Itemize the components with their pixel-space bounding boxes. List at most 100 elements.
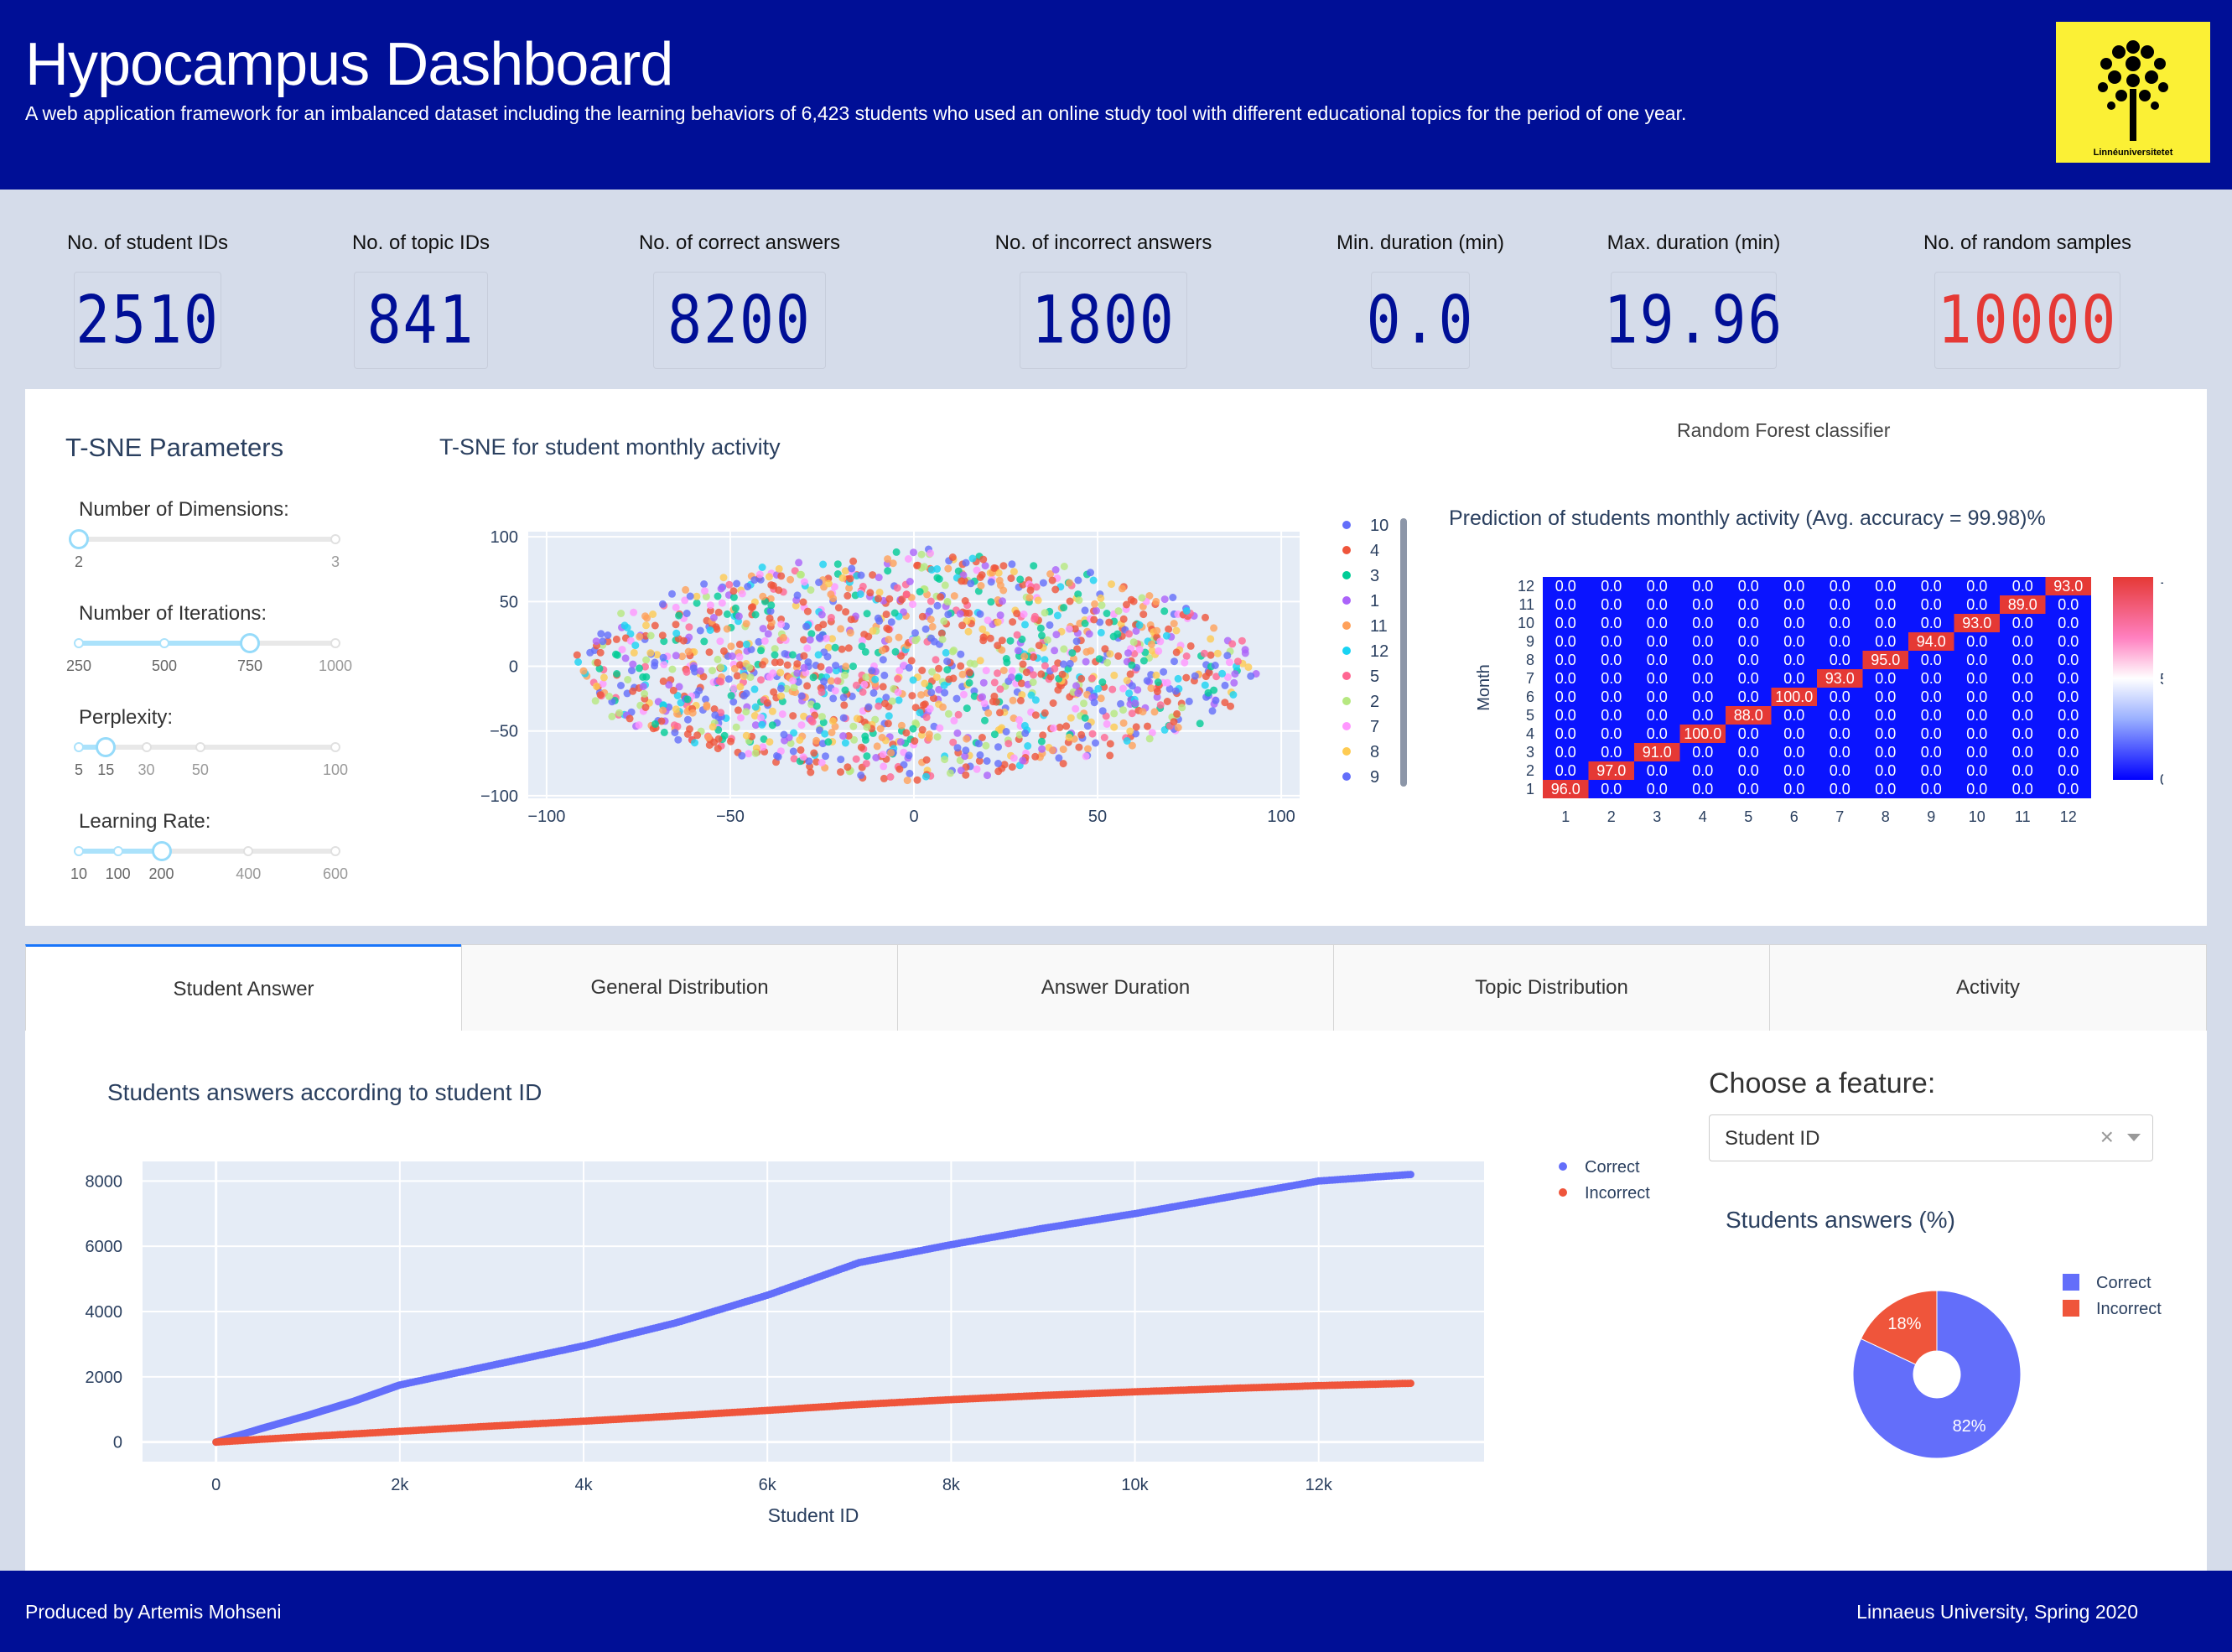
clear-icon[interactable]: × (2100, 1124, 2114, 1151)
answers-pie-chart[interactable]: 82% 18% Correct Incorrect (1819, 1265, 2205, 1517)
tsne-point (1014, 647, 1022, 655)
tsne-point (958, 577, 966, 585)
slider-track[interactable] (74, 737, 340, 757)
tsne-point (779, 633, 787, 642)
slider-dot[interactable] (159, 638, 169, 648)
tsne-point (1020, 610, 1028, 618)
legend-scrollbar[interactable] (1400, 518, 1407, 787)
kpi-card: Max. duration (min) 19.96 (1560, 231, 1828, 369)
tsne-scatter-chart[interactable]: −100 −50 0 50 100100500−50−10010431111252789 (461, 515, 1417, 909)
slider-dot[interactable] (74, 846, 84, 856)
legend-label-8[interactable]: 8 (1370, 743, 1379, 761)
heatmap-cell-label: 0.0 (1830, 633, 1850, 650)
tab-topic-distribution[interactable]: Topic Distribution (1333, 944, 1770, 1031)
legend-label-4[interactable]: 4 (1370, 542, 1379, 560)
slider-dot[interactable] (74, 742, 84, 752)
legend-label-3[interactable]: 3 (1370, 567, 1379, 585)
tsne-point (1066, 659, 1074, 668)
slider-dot[interactable] (330, 742, 340, 752)
chevron-down-icon[interactable] (2127, 1134, 2141, 1141)
tsne-point (800, 652, 808, 660)
slider-track[interactable] (74, 841, 340, 861)
x-tick-label: 0 (211, 1476, 221, 1494)
slider-track[interactable] (69, 529, 340, 549)
slider-mark: 10 (70, 865, 88, 882)
legend-label-correct[interactable]: Correct (1585, 1158, 1640, 1177)
legend-label-12[interactable]: 12 (1370, 642, 1389, 661)
tsne-point (729, 587, 738, 595)
heatmap-y-label: 7 (1526, 670, 1534, 687)
heatmap-cell-label: 0.0 (1830, 615, 1850, 631)
slider-dot[interactable] (330, 638, 340, 648)
feature-dropdown[interactable]: Student ID × (1709, 1114, 2153, 1161)
tsne-point (1119, 706, 1127, 714)
legend-label-incorrect[interactable]: Incorrect (1585, 1184, 1650, 1203)
slider-dot[interactable] (195, 742, 205, 752)
tsne-point (1207, 651, 1215, 659)
tsne-point (691, 739, 698, 747)
slider-handle[interactable] (151, 841, 172, 861)
heatmap-cell-label: 0.0 (1875, 707, 1896, 724)
tsne-point (843, 763, 852, 771)
legend-marker (1342, 672, 1351, 680)
legend-label-7[interactable]: 7 (1370, 718, 1379, 736)
heatmap-cell-label: 0.0 (1647, 781, 1668, 797)
heatmap-cell-label: 0.0 (2012, 781, 2033, 797)
tsne-point (1021, 729, 1030, 737)
legend-label-correct[interactable]: Correct (2096, 1274, 2152, 1292)
tsne-point (1074, 576, 1082, 584)
tab-activity[interactable]: Activity (1769, 944, 2207, 1031)
tsne-point (1072, 704, 1080, 713)
tsne-point (1082, 752, 1090, 761)
tsne-point (1228, 640, 1237, 648)
slider-handle[interactable] (69, 529, 89, 549)
tab-student-answer[interactable]: Student Answer (25, 944, 462, 1031)
slider-dot[interactable] (112, 846, 123, 856)
legend-label-1[interactable]: 1 (1370, 592, 1379, 610)
tsne-point (759, 592, 767, 600)
answers-line-chart[interactable]: 0 2k 4k 6k 8k 10k 12k 0 2000 4000 6000 8000 Correct I… (75, 1140, 1702, 1559)
tsne-point (1046, 621, 1054, 629)
slider-dot[interactable] (74, 638, 84, 648)
tsne-point (839, 714, 848, 722)
tsne-point (688, 709, 697, 717)
legend-label-incorrect[interactable]: Incorrect (2096, 1300, 2162, 1318)
tsne-point (780, 730, 788, 739)
kpi-value: 10000 (1937, 282, 2118, 359)
tsne-point (605, 693, 614, 700)
tsne-point (927, 634, 935, 642)
tab-answer-duration[interactable]: Answer Duration (897, 944, 1334, 1031)
heatmap-x-label: 10 (1969, 808, 1985, 825)
slider-dot[interactable] (330, 846, 340, 856)
heatmap-y-label: 2 (1526, 762, 1534, 779)
heatmap-cell-label: 0.0 (2012, 688, 2033, 705)
tab-general-distribution[interactable]: General Distribution (461, 944, 898, 1031)
slider-dot[interactable] (243, 846, 254, 856)
slider-track[interactable] (74, 633, 340, 653)
tsne-point (896, 738, 905, 746)
heatmap-cell-label: 0.0 (1647, 762, 1668, 779)
tsne-point (990, 730, 999, 739)
legend-label-5[interactable]: 5 (1370, 668, 1379, 686)
slider-dot[interactable] (330, 534, 340, 544)
rf-title: Random Forest classifier (1677, 419, 1891, 441)
slider-dot[interactable] (141, 742, 152, 752)
tsne-point (883, 624, 891, 632)
legend-label-2[interactable]: 2 (1370, 693, 1379, 711)
tsne-point (1009, 618, 1017, 626)
legend-label-10[interactable]: 10 (1370, 517, 1389, 535)
tsne-point (847, 616, 855, 624)
tsne-point (976, 657, 984, 665)
slider-handle[interactable] (96, 737, 117, 757)
slider-handle[interactable] (240, 633, 260, 653)
legend-label-11[interactable]: 11 (1370, 617, 1388, 636)
confusion-heatmap[interactable]: 12 0.0 0.0 0.0 0.0 0.0 0.0 0.0 0.0 0.0 0.0 0.0 93.01… (1442, 577, 2163, 912)
tsne-point (1010, 568, 1018, 576)
tsne-point (987, 598, 995, 606)
legend-label-9[interactable]: 9 (1370, 768, 1379, 787)
tsne-point (859, 582, 867, 590)
tsne-point (990, 678, 999, 687)
colorbar-tick: 50 (2160, 671, 2163, 688)
tsne-point (846, 629, 854, 637)
tsne-point (1030, 612, 1039, 621)
